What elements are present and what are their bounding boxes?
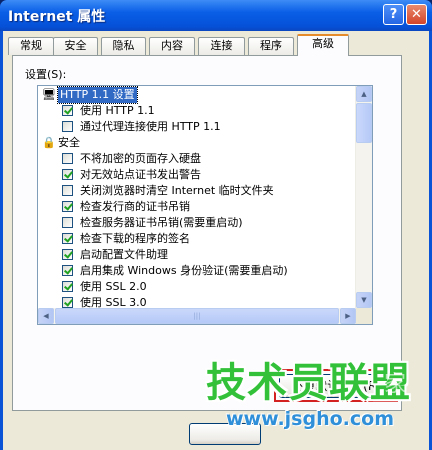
watermark-ghost-text: 家 (384, 372, 407, 397)
watermark-text: 技术员联盟 (206, 360, 411, 406)
checkbox[interactable] (62, 105, 73, 116)
checkbox[interactable] (62, 121, 73, 132)
help-button[interactable]: ? (383, 4, 404, 25)
checkbox[interactable] (62, 297, 73, 308)
horizontal-scroll-thumb[interactable]: ||| (55, 308, 339, 324)
tab-5[interactable]: 程序 (248, 37, 294, 55)
checkbox[interactable] (62, 233, 73, 244)
scroll-down-icon[interactable]: ▼ (356, 292, 372, 308)
checkbox[interactable] (62, 265, 73, 276)
vertical-scrollbar[interactable]: ▲ ▼ (355, 86, 372, 308)
lock-icon: 🔒 (42, 136, 56, 149)
window-title: Internet 属性 (8, 9, 106, 25)
settings-option-label: 通过代理连接使用 HTTP 1.1 (80, 120, 221, 133)
settings-group-label: HTTP 1.1 设置 (57, 86, 138, 104)
close-button[interactable]: ✕ (406, 4, 427, 25)
tab-4[interactable]: 连接 (198, 37, 245, 55)
tab-2[interactable]: 隐私 (101, 37, 146, 55)
checkbox[interactable] (62, 201, 73, 212)
watermark-url: www.jsgho.com (226, 408, 394, 430)
watermark: 技术员联盟 家 www.jsgho.com (200, 350, 430, 450)
scroll-up-icon[interactable]: ▲ (356, 86, 372, 102)
settings-option-label: 检查服务器证书吊销(需要重启动) (80, 216, 243, 229)
checkbox[interactable] (62, 169, 73, 180)
computer-icon: 🖥 (42, 88, 56, 101)
scrollbar-corner (356, 308, 372, 324)
checkbox[interactable] (62, 217, 73, 228)
vertical-scroll-thumb[interactable] (356, 103, 372, 143)
checkbox[interactable] (62, 153, 73, 164)
settings-option-label: 对无效站点证书发出警告 (80, 168, 201, 181)
scroll-right-icon[interactable]: ▶ (340, 308, 356, 324)
checkbox[interactable] (62, 249, 73, 260)
internet-options-window: Internet 属性 ? ✕ 常规 安全 隐私 内容 连接 程序 高级 设置(S): 🖥 H… (0, 0, 432, 450)
settings-option-label: 启用集成 Windows 身份验证(需要重启动) (80, 264, 288, 277)
horizontal-scrollbar[interactable]: ◀ ||| ▶ (38, 308, 356, 324)
settings-list[interactable]: 🖥 HTTP 1.1 设置 使用 HTTP 1.1 通过代理连接使用 HTTP 1.1… (37, 85, 373, 325)
settings-option-label: 启动配置文件助理 (80, 248, 168, 261)
scroll-left-icon[interactable]: ◀ (38, 308, 54, 324)
tab-0[interactable]: 常规 (8, 37, 54, 55)
settings-option-label: 使用 SSL 2.0 (80, 280, 147, 293)
settings-label: 设置(S): (25, 68, 67, 81)
tab-6[interactable]: 高级 (297, 34, 349, 56)
settings-option-label: 使用 HTTP 1.1 (80, 104, 155, 117)
title-bar[interactable]: Internet 属性 ? ✕ (0, 0, 432, 31)
settings-option-label: 检查发行商的证书吊销 (80, 200, 190, 213)
checkbox[interactable] (62, 281, 73, 292)
checkbox[interactable] (62, 185, 73, 196)
tab-3[interactable]: 内容 (149, 37, 195, 55)
settings-option-label: 关闭浏览器时清空 Internet 临时文件夹 (80, 184, 274, 197)
settings-option-label: 不将加密的页面存入硬盘 (80, 152, 201, 165)
tab-1[interactable]: 安全 (53, 37, 98, 55)
settings-group-label: 安全 (58, 136, 80, 149)
settings-option-label: 检查下载的程序的签名 (80, 232, 190, 245)
